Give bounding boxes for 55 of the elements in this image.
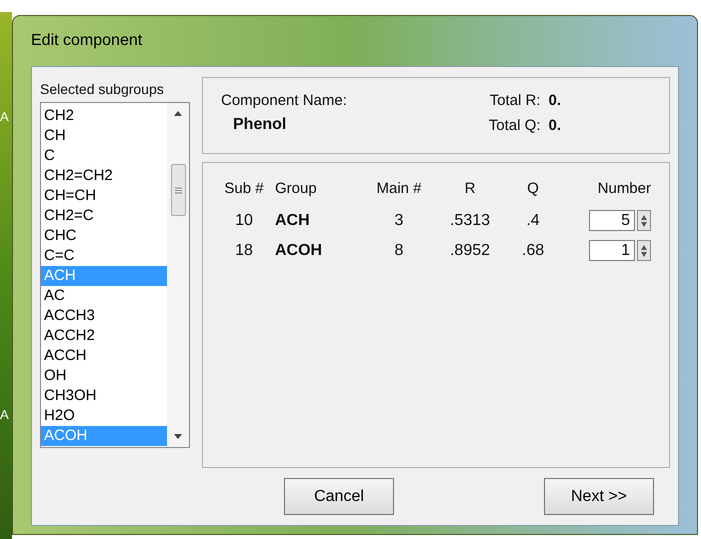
table-cell-text: 10 bbox=[234, 210, 254, 230]
desktop-label: A bbox=[0, 108, 10, 126]
list-item[interactable]: CH=CH bbox=[41, 186, 167, 206]
list-item[interactable]: CHC bbox=[41, 226, 167, 246]
component-name: Phenol bbox=[232, 114, 288, 134]
column-header: Q bbox=[526, 179, 540, 199]
list-item[interactable]: ACCH bbox=[41, 346, 167, 366]
table-cell-text: ACOH bbox=[275, 240, 324, 260]
grip-icon bbox=[174, 186, 182, 194]
scroll-down-icon bbox=[174, 434, 182, 439]
list-item[interactable]: CH bbox=[41, 126, 167, 146]
total-q-label: Total Q: bbox=[488, 116, 540, 136]
column-header: R bbox=[464, 179, 476, 199]
cancel-button[interactable]: Cancel bbox=[284, 478, 394, 515]
number-field[interactable]: 1 bbox=[589, 240, 635, 261]
table-cell-text: .8952 bbox=[448, 240, 492, 260]
column-header: Group bbox=[275, 179, 318, 199]
list-item[interactable]: ACCH3 bbox=[41, 306, 167, 326]
number-field[interactable]: 5 bbox=[589, 210, 635, 231]
desktop-label: A bbox=[0, 406, 10, 424]
list-item[interactable]: CH2=C bbox=[41, 206, 167, 226]
list-item[interactable]: C bbox=[41, 146, 167, 166]
list-item[interactable]: OH bbox=[41, 366, 167, 386]
list-item[interactable]: CH2=CH2 bbox=[41, 166, 167, 186]
total-r-label: Total R: bbox=[488, 91, 540, 111]
total-r-value: 0. bbox=[548, 91, 561, 111]
list-item[interactable]: AC bbox=[41, 286, 167, 306]
list-item[interactable]: CH3OH bbox=[41, 386, 167, 406]
table-cell-text: 18 bbox=[234, 240, 254, 260]
subgroups-list[interactable]: CH2 CH C CH2=CH2 CH=CH CH2=C CHC C=C ACH AC ACCH3 ACCH2 ACCH OH CH3OH H2O ACOH bbox=[40, 102, 190, 448]
next-button[interactable]: Next >> bbox=[544, 478, 654, 515]
column-header: Main # bbox=[375, 179, 423, 199]
total-q-value: 0. bbox=[548, 116, 561, 136]
table-cell-text: .68 bbox=[520, 240, 546, 260]
scrollbar[interactable] bbox=[167, 103, 189, 447]
component-name-label: Component Name: bbox=[221, 91, 348, 111]
column-header: Number bbox=[596, 179, 652, 199]
table-cell-text: .4 bbox=[525, 210, 541, 230]
window-title: Edit component bbox=[31, 31, 142, 51]
up-down-arrows-icon bbox=[640, 214, 648, 228]
list-item[interactable]: ACCH2 bbox=[41, 326, 167, 346]
column-header: Sub # bbox=[223, 179, 265, 199]
scroll-up-icon bbox=[174, 111, 182, 116]
table-cell-text: .5313 bbox=[448, 210, 492, 230]
scroll-thumb[interactable] bbox=[170, 164, 186, 216]
list-item[interactable]: H2O bbox=[41, 406, 167, 426]
table-cell-text: ACH bbox=[275, 210, 311, 230]
spinner-arrows[interactable] bbox=[637, 210, 651, 231]
list-item[interactable]: C=C bbox=[41, 246, 167, 266]
spinner-arrows[interactable] bbox=[637, 240, 651, 261]
table-cell-text: 3 bbox=[394, 210, 404, 230]
list-label: Selected subgroups bbox=[40, 80, 165, 99]
up-down-arrows-icon bbox=[640, 244, 648, 258]
table-cell-text: 8 bbox=[394, 240, 404, 260]
list-item[interactable]: CH2 bbox=[41, 106, 167, 126]
